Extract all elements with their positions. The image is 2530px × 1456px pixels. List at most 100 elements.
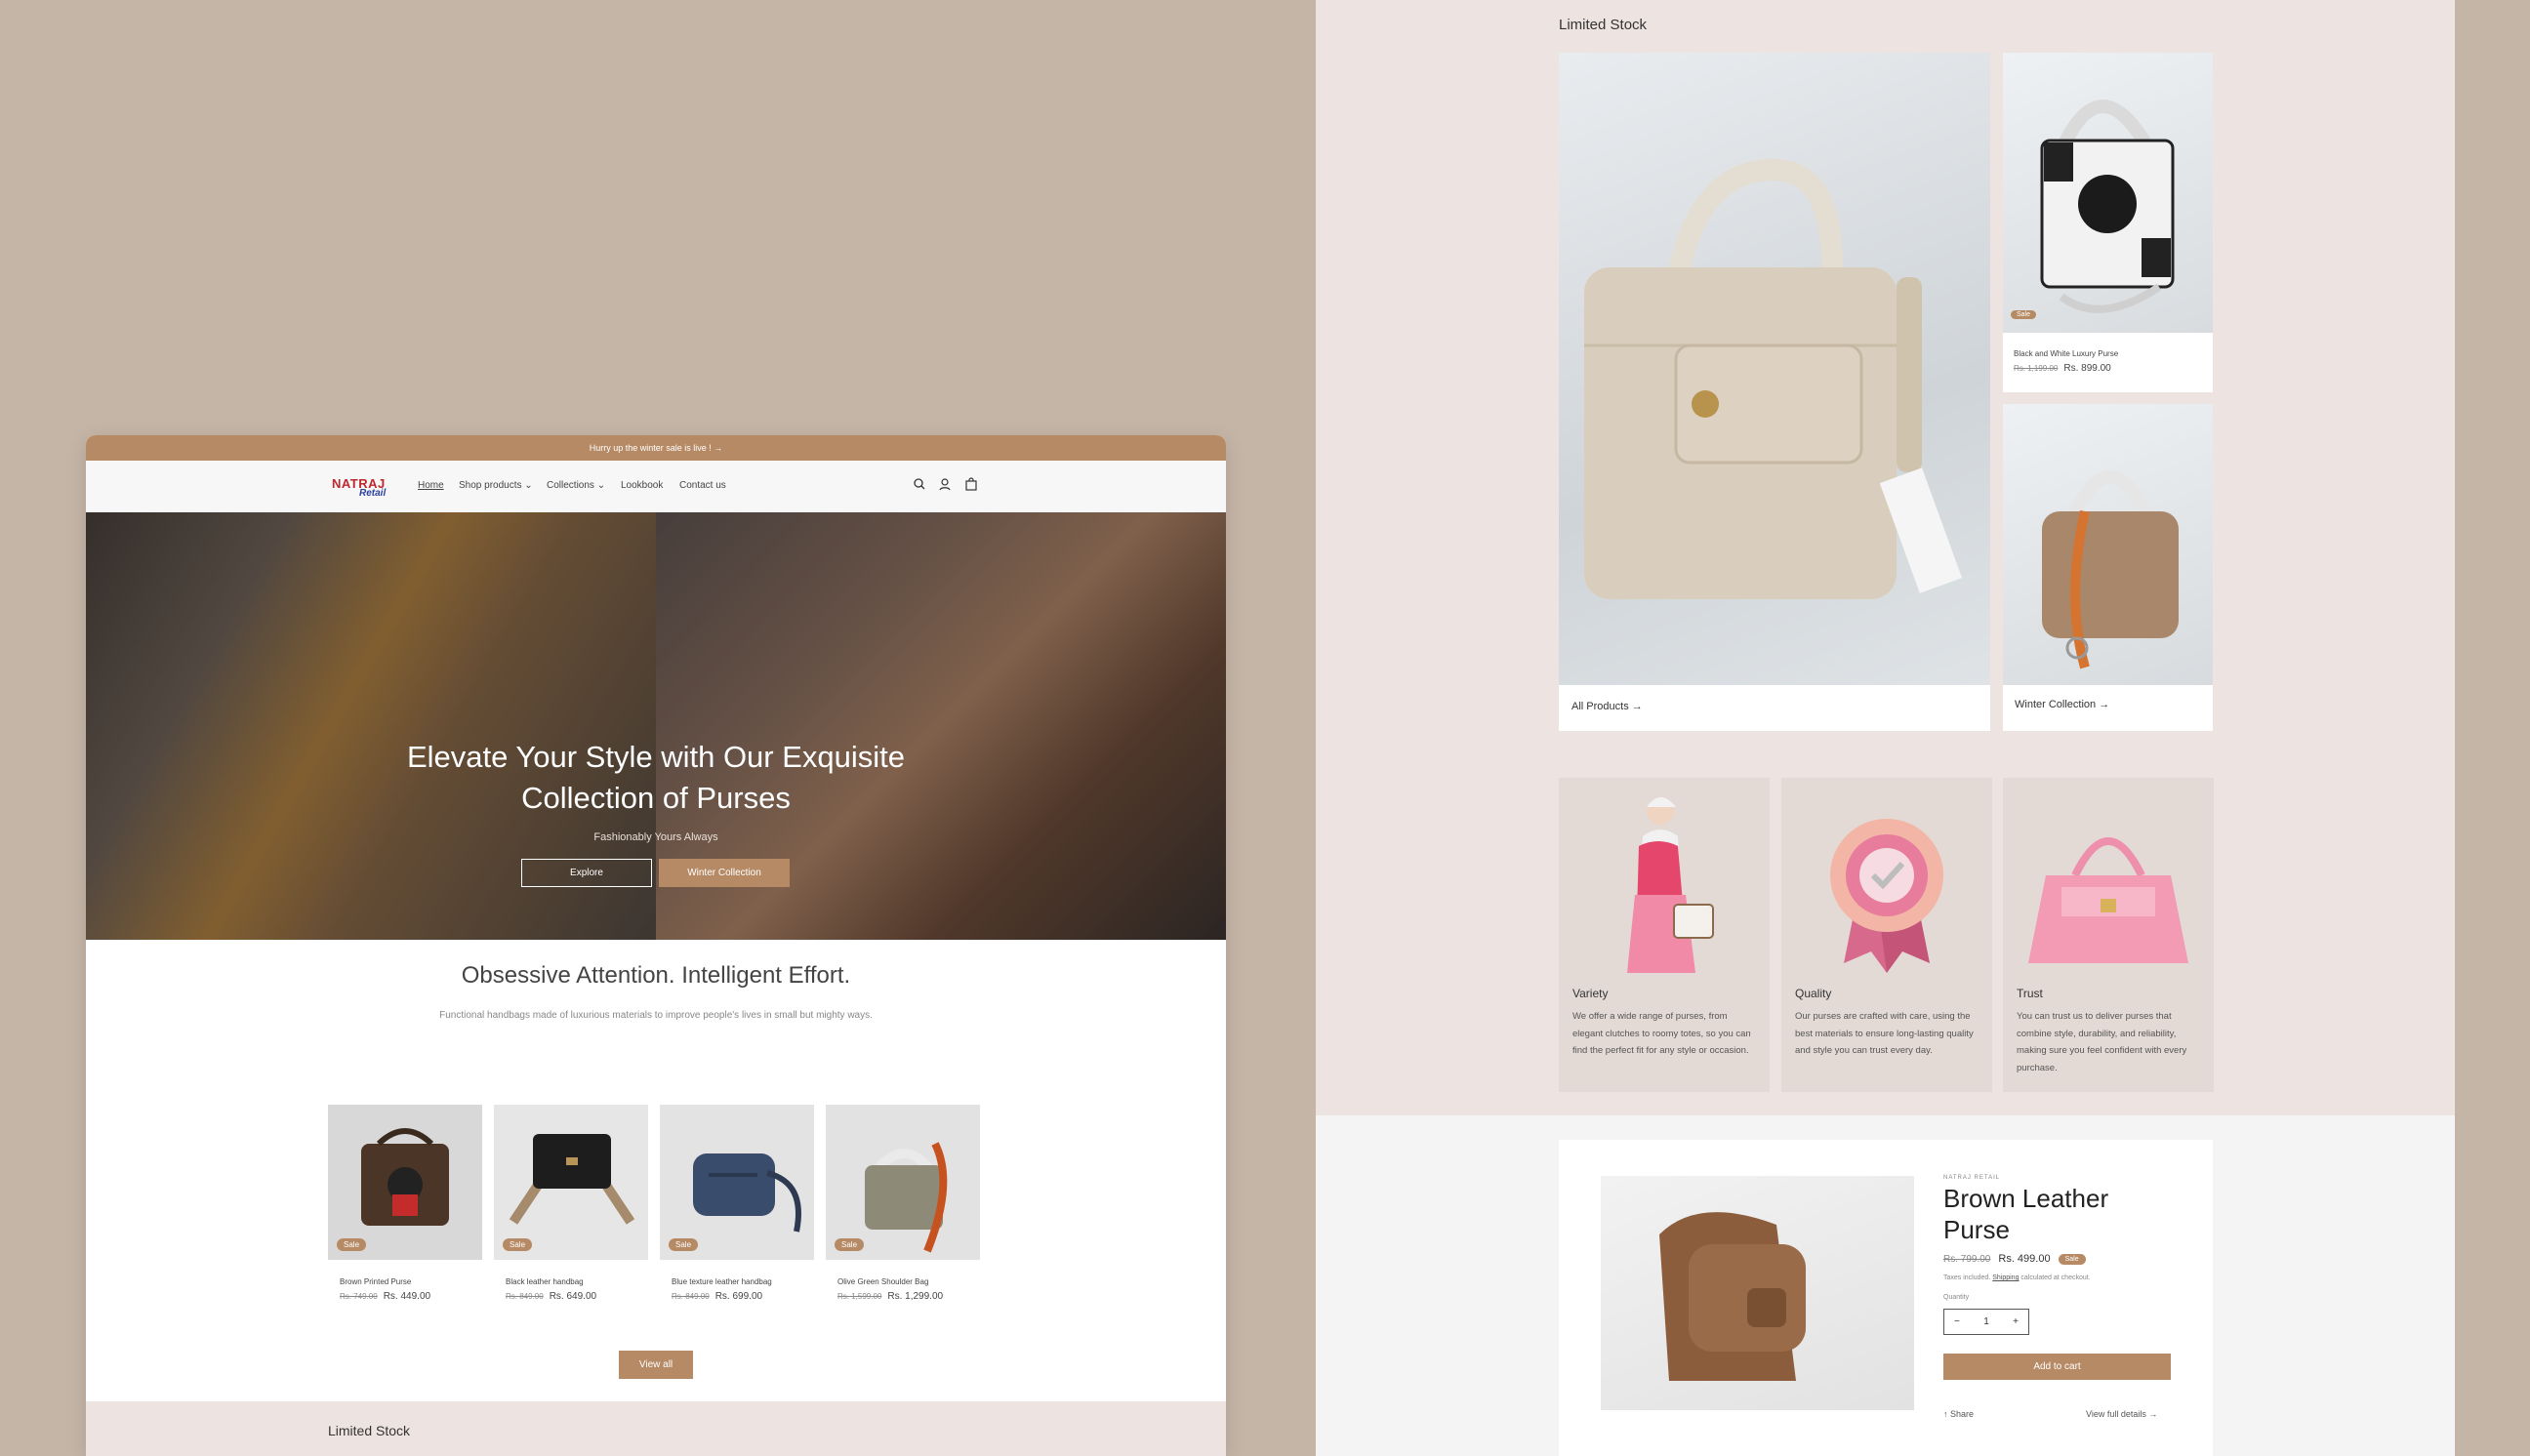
sale-price: Rs. 1,299.00	[887, 1291, 944, 1302]
value-text: Our purses are crafted with care, using …	[1795, 1011, 1974, 1056]
old-price: Rs. 799.00	[1943, 1253, 1991, 1265]
value-title: Quality	[1795, 987, 1832, 1000]
product-vendor: NATRAJ RETAIL	[1943, 1175, 2001, 1181]
product-name[interactable]: Olive Green Shoulder Bag	[826, 1277, 980, 1286]
product-name[interactable]: Black leather handbag	[494, 1277, 648, 1286]
product-price: Rs. 799.00 Rs. 499.00 Sale	[1943, 1253, 2086, 1265]
quality-badge-icon	[1781, 778, 1992, 988]
product-image[interactable]: Sale	[660, 1105, 814, 1260]
nav-lookbook[interactable]: Lookbook	[621, 480, 663, 491]
product-price: Rs. 1,199.00 Rs. 899.00	[2014, 363, 2111, 374]
minus-icon[interactable]: −	[1954, 1316, 1960, 1327]
product-name[interactable]: Black and White Luxury Purse	[2014, 349, 2118, 358]
intro-text: Functional handbags made of luxurious ma…	[439, 1010, 873, 1021]
logo-subtext: Retail	[359, 488, 387, 499]
value-title: Trust	[2017, 987, 2043, 1000]
old-price: Rs. 849.00	[672, 1292, 710, 1301]
old-price: Rs. 1,599.00	[837, 1292, 882, 1301]
explore-button[interactable]: Explore	[521, 859, 652, 887]
logo[interactable]: NATRAJ Retail	[332, 476, 390, 502]
value-title: Variety	[1572, 987, 1609, 1000]
tax-suffix: calculated at checkout.	[2020, 1274, 2091, 1281]
chevron-down-icon: ⌄	[596, 480, 606, 491]
product-name[interactable]: Brown Printed Purse	[328, 1277, 482, 1286]
add-to-cart-button[interactable]: Add to cart	[1943, 1354, 2171, 1380]
pink-handbag-image	[2003, 778, 2214, 988]
product-price: Rs. 849.00 Rs. 699.00	[660, 1291, 814, 1302]
homepage-mockup: Hurry up the winter sale is live ! → NAT…	[86, 435, 1226, 1456]
product-price: Rs. 849.00 Rs. 649.00	[494, 1291, 648, 1302]
limited-stock-section	[86, 1401, 1226, 1456]
sale-badge: Sale	[2011, 310, 2037, 319]
product-image[interactable]	[2003, 53, 2213, 333]
product-card[interactable]: Sale Brown Printed Purse Rs. 749.00 Rs. 4…	[328, 1105, 482, 1302]
product-image[interactable]: Sale	[328, 1105, 482, 1260]
announcement-bar[interactable]: Hurry up the winter sale is live ! →	[86, 435, 1226, 461]
nav-collections[interactable]: Collections ⌄	[547, 480, 605, 491]
tax-prefix: Taxes included.	[1943, 1274, 1991, 1281]
hero-title: Elevate Your Style with Our Exquisite Co…	[406, 740, 906, 815]
product-price: Rs. 749.00 Rs. 449.00	[328, 1291, 482, 1302]
product-image[interactable]: Sale	[826, 1105, 980, 1260]
sale-price: Rs. 499.00	[1998, 1253, 2051, 1265]
value-card-trust: Trust You can trust us to deliver purses…	[2003, 778, 2214, 1092]
fashion-illustration	[1559, 778, 1770, 988]
value-card-quality: Quality Our purses are crafted with care…	[1781, 778, 1992, 1092]
sale-price: Rs. 899.00	[2063, 363, 2111, 374]
limited-stock-heading: Limited Stock	[1559, 17, 1648, 33]
nav-home[interactable]: Home	[418, 480, 444, 491]
value-card-variety: Variety We offer a wide range of purses,…	[1559, 778, 1770, 1092]
product-card[interactable]: Sale Olive Green Shoulder Bag Rs. 1,599.…	[826, 1105, 980, 1302]
old-price: Rs. 849.00	[506, 1292, 544, 1301]
cart-icon[interactable]	[963, 476, 979, 492]
product-title: Brown Leather Purse	[1943, 1184, 2109, 1244]
quantity-value[interactable]: 1	[1983, 1316, 1989, 1327]
winter-collection-image[interactable]	[2003, 404, 2213, 685]
search-icon[interactable]	[912, 476, 927, 492]
intro-title: Obsessive Attention. Intelligent Effort.	[461, 962, 851, 989]
value-text: You can trust us to deliver purses that …	[2017, 1011, 2187, 1073]
product-image[interactable]: Sale	[494, 1105, 648, 1260]
product-name[interactable]: Blue texture leather handbag	[660, 1277, 814, 1286]
product-card[interactable]: Sale Black and White Luxury Purse Rs. 1,…	[2003, 53, 2213, 392]
view-full-details-link[interactable]: View full details →	[2086, 1409, 2157, 1419]
nav-collections-label: Collections	[547, 480, 594, 491]
share-button[interactable]: ↑ Share	[1943, 1409, 1974, 1419]
tax-note: Taxes included. Shipping calculated at c…	[1943, 1274, 2091, 1281]
winter-collection-button[interactable]: Winter Collection	[659, 859, 790, 887]
featured-purse-image[interactable]	[1559, 53, 1990, 685]
featured-product-card: NATRAJ RETAIL Brown Leather Purse Rs. 79…	[1559, 1140, 2213, 1456]
announcement-text: Hurry up the winter sale is live ! →	[589, 443, 723, 453]
sale-badge: Sale	[337, 1238, 367, 1251]
shipping-link[interactable]: Shipping	[1992, 1274, 2019, 1281]
sale-price: Rs. 649.00	[549, 1291, 597, 1302]
product-image[interactable]	[1601, 1176, 1914, 1410]
sale-badge: Sale	[835, 1238, 865, 1251]
hero-banner: Elevate Your Style with Our Exquisite Co…	[86, 512, 1226, 940]
plus-icon[interactable]: +	[2013, 1316, 2019, 1327]
chevron-down-icon: ⌄	[524, 480, 533, 491]
site-header: NATRAJ Retail Home Shop products ⌄ Colle…	[86, 461, 1226, 512]
sale-price: Rs. 449.00	[383, 1291, 431, 1302]
winter-collection-link[interactable]: Winter Collection →	[2015, 699, 2109, 710]
account-icon[interactable]	[937, 476, 953, 492]
sale-badge: Sale	[503, 1238, 533, 1251]
quantity-label: Quantity	[1943, 1294, 1970, 1301]
product-card[interactable]: Sale Black leather handbag Rs. 849.00 Rs.…	[494, 1105, 648, 1302]
winter-collection-card[interactable]: Winter Collection →	[2003, 404, 2213, 731]
product-card[interactable]: Sale Blue texture leather handbag Rs. 84…	[660, 1105, 814, 1302]
limited-stock-heading: Limited Stock	[328, 1423, 411, 1438]
sale-badge: Sale	[669, 1238, 699, 1251]
product-price: Rs. 1,599.00 Rs. 1,299.00	[826, 1291, 980, 1302]
old-price: Rs. 749.00	[340, 1292, 378, 1301]
value-text: We offer a wide range of purses, from el…	[1572, 1011, 1751, 1056]
nav-contact[interactable]: Contact us	[679, 480, 726, 491]
view-all-button[interactable]: View all	[619, 1351, 693, 1379]
all-products-card[interactable]: All Products →	[1559, 53, 1990, 731]
nav-shop-products[interactable]: Shop products ⌄	[459, 480, 533, 491]
hero-subtitle: Fashionably Yours Always	[593, 831, 718, 843]
quantity-stepper[interactable]: − 1 +	[1943, 1309, 2029, 1335]
all-products-link[interactable]: All Products →	[1571, 701, 1643, 712]
collection-mockup: Limited Stock All Products → Sale Black …	[1316, 0, 2455, 1456]
sale-badge: Sale	[2058, 1253, 2086, 1265]
